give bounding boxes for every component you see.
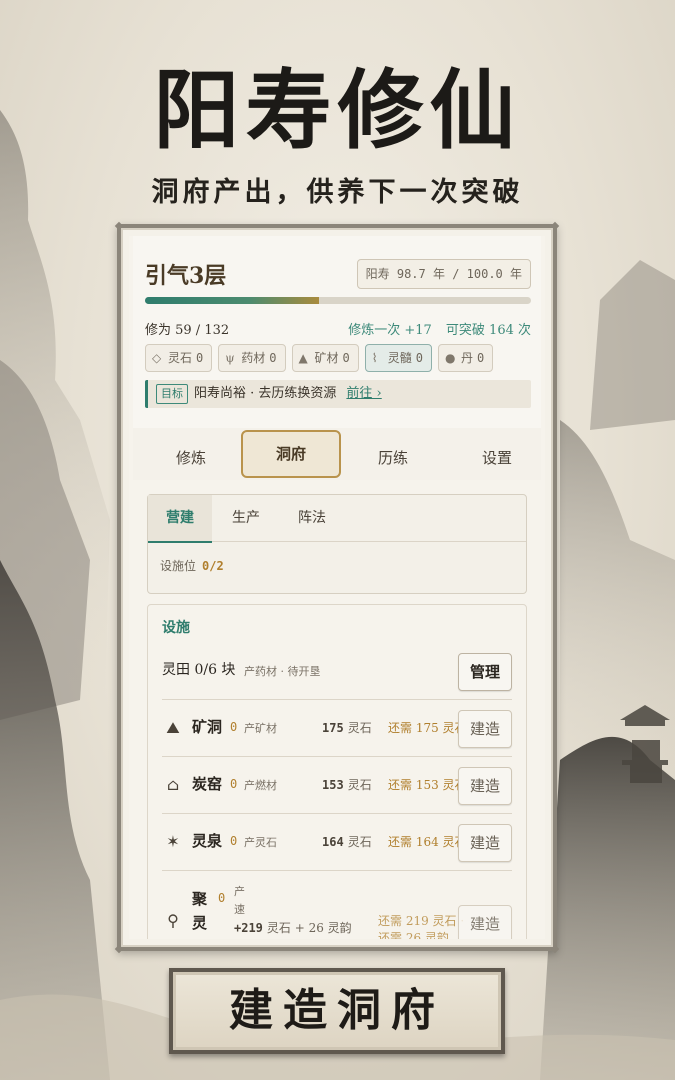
facility-need: 还需 153 灵石	[388, 778, 467, 792]
resource-spirit-stone[interactable]: ◇ 灵石 0	[145, 344, 213, 372]
resource-label: 灵石	[168, 351, 193, 365]
realm-level: 引气3层	[145, 263, 227, 289]
game-title: 阳寿修仙	[153, 60, 522, 161]
tab-cultivate[interactable]: 修炼	[143, 436, 239, 480]
goal-text: 阳寿尚裕 · 去历练换资源	[194, 386, 337, 401]
facility-desc: 产燃材	[244, 779, 277, 792]
cost-unit: 灵石 + 26 灵韵	[266, 921, 352, 935]
facility-row: ✶ 灵泉 0 产灵石 164 灵石 还需 164 灵石 建造	[162, 814, 512, 871]
facility-desc: 产速	[234, 885, 245, 916]
resource-ore[interactable]: ▲ 矿材 0	[291, 344, 359, 372]
resource-value: 0	[269, 351, 277, 365]
cost-unit: 灵石	[347, 721, 372, 735]
cost-number: 175	[322, 721, 344, 735]
spirit-field-row: 灵田 0/6 块 产药材 · 待开垦 管理	[162, 643, 512, 700]
phone-frame: 引气3层 阳寿 98.7 年 / 100.0 年 修为 59 / 132 修炼一…	[114, 221, 560, 954]
facility-name: 灵泉	[192, 832, 223, 850]
subtab-formation[interactable]: 阵法	[280, 495, 344, 541]
resource-label: 药材	[241, 351, 266, 365]
kiln-icon: ⌂	[166, 775, 180, 794]
practice-once-link[interactable]: 修炼一次 +17	[348, 323, 432, 338]
facilities-panel: 设施 灵田 0/6 块 产药材 · 待开垦 管理 ⛰ 矿洞 0 产矿材 175 灵…	[147, 604, 527, 939]
facility-count: 0	[230, 777, 238, 791]
lifespan-badge: 阳寿 98.7 年 / 100.0 年	[356, 259, 531, 289]
spirit-field-desc: 产药材 · 待开垦	[244, 665, 321, 678]
facility-cost: 175 灵石	[322, 719, 372, 736]
facility-count: 0	[230, 720, 238, 734]
resource-label: 矿材	[314, 351, 339, 365]
facility-slots: 设施位 0/2	[160, 557, 224, 574]
cost-unit: 灵石	[347, 778, 372, 792]
resource-herb[interactable]: ψ 药材 0	[218, 344, 286, 372]
facility-cost: 164 灵石	[322, 833, 372, 850]
cultivation-progress-bar	[145, 297, 531, 304]
build-button[interactable]: 建造	[458, 824, 512, 862]
resource-value: 0	[196, 351, 204, 365]
resource-row: ◇ 灵石 0 ψ 药材 0 ▲ 矿材 0 ⌇ 灵髓 0 ● 丹 0	[145, 344, 541, 372]
breakthrough-link[interactable]: 可突破 164 次	[446, 323, 531, 338]
status-card: 引气3层 阳寿 98.7 年 / 100.0 年 修为 59 / 132 修炼一…	[133, 236, 541, 436]
facility-slots-label: 设施位	[160, 559, 197, 573]
tab-cave[interactable]: 洞府	[241, 430, 341, 478]
facility-desc: 产矿材	[244, 722, 277, 735]
facility-cost: +219 灵石 + 26 灵韵	[234, 919, 352, 936]
goal-go-link[interactable]: 前往 ›	[346, 386, 381, 401]
build-button[interactable]: 建造	[458, 905, 512, 939]
goal-banner: 目标 阳寿尚裕 · 去历练换资源 前往 ›	[145, 380, 531, 408]
cost-unit: 灵石	[347, 835, 372, 849]
frame-corner-ornament	[114, 221, 124, 231]
game-screen: 引气3层 阳寿 98.7 年 / 100.0 年 修为 59 / 132 修炼一…	[129, 236, 545, 939]
resource-label: 灵髓	[387, 351, 412, 365]
facility-row: ⚲ 聚灵 0 产速 +219 灵石 + 26 灵韵 还需 219 灵石 · 还需 …	[162, 871, 512, 939]
resource-value: 0	[342, 351, 350, 365]
facility-desc: 产灵石	[244, 836, 277, 849]
manage-button[interactable]: 管理	[458, 653, 512, 691]
facility-name: 聚灵	[192, 890, 208, 932]
facility-slots-value: 0/2	[202, 559, 224, 573]
marrow-icon: ⌇	[371, 351, 378, 365]
cost-number: +219	[234, 921, 263, 935]
facility-cost: 153 灵石	[322, 776, 372, 793]
spirit-field-name: 灵田 0/6 块	[162, 662, 236, 678]
cultivation-progress-fill	[145, 297, 319, 304]
ore-icon: ▲	[298, 351, 308, 365]
cost-number: 153	[322, 778, 344, 792]
cost-number: 164	[322, 835, 344, 849]
resource-value: 0	[415, 351, 423, 365]
game-subtitle: 洞府产出，供养下一次突破	[151, 177, 524, 208]
build-button[interactable]: 建造	[458, 767, 512, 805]
cave-subtabs: 营建 生产 阵法	[148, 495, 526, 543]
spring-icon: ✶	[166, 832, 180, 851]
resource-marrow[interactable]: ⌇ 灵髓 0	[364, 344, 432, 372]
build-button[interactable]: 建造	[458, 710, 512, 748]
tab-settings[interactable]: 设置	[449, 436, 545, 480]
gather-icon: ⚲	[167, 911, 179, 930]
subtab-produce[interactable]: 生产	[214, 495, 278, 541]
facilities-title: 设施	[162, 620, 190, 636]
facility-row: ⌂ 炭窑 0 产燃材 153 灵石 还需 153 灵石 建造	[162, 757, 512, 814]
resource-value: 0	[477, 351, 485, 365]
cultivation-value: 修为 59 / 132	[145, 323, 230, 338]
pill-icon: ●	[445, 351, 456, 365]
facility-name: 炭窑	[192, 775, 223, 793]
cultivation-actions: 修炼一次 +17 可突破 164 次	[338, 319, 531, 338]
mine-icon: ⛰	[166, 718, 180, 737]
build-cave-cta-button[interactable]: 建造洞府	[169, 968, 505, 1054]
goal-tag: 目标	[156, 384, 188, 404]
facility-need: 还需 164 灵石	[388, 835, 467, 849]
facility-count: 0	[230, 834, 238, 848]
facility-need: 还需 219 灵石 · 还需 26 灵韵	[378, 914, 465, 939]
cave-subpanel: 营建 生产 阵法 设施位 0/2	[147, 494, 527, 594]
subtab-build[interactable]: 营建	[148, 495, 212, 543]
herb-icon: ψ	[225, 351, 235, 365]
facility-name: 矿洞	[192, 718, 223, 736]
facility-row: ⛰ 矿洞 0 产矿材 175 灵石 还需 175 灵石 建造	[162, 700, 512, 757]
resource-pill[interactable]: ● 丹 0	[438, 344, 494, 372]
facility-count: 0	[218, 891, 226, 905]
main-tabs: 修炼 洞府 历练 设置	[133, 428, 541, 480]
facility-need: 还需 175 灵石	[388, 721, 467, 735]
resource-label: 丹	[461, 351, 474, 365]
tab-adventure[interactable]: 历练	[345, 436, 441, 480]
spirit-stone-icon: ◇	[152, 351, 162, 365]
